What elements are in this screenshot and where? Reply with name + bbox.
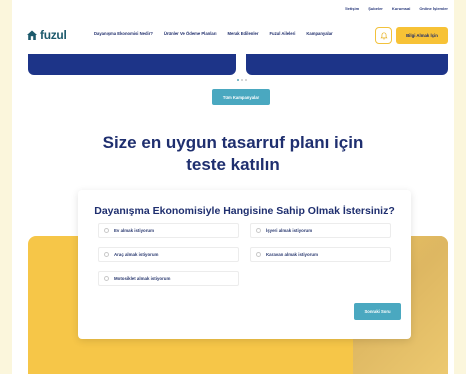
top-utility-bar: İletişim Şubeler Kurumsal Online İşlemle…	[12, 0, 454, 16]
radio-icon[interactable]	[256, 252, 261, 257]
option-label: Araç almak istiyorum	[114, 252, 159, 257]
logo-text: fuzul	[40, 28, 67, 42]
option-label: Ev almak istiyorum	[114, 228, 155, 233]
topbar-link-corporate[interactable]: Kurumsal	[392, 6, 410, 11]
carousel-dot[interactable]	[245, 79, 247, 81]
campaign-card-1[interactable]	[28, 54, 236, 75]
radio-icon[interactable]	[104, 276, 109, 281]
bell-icon	[379, 31, 388, 40]
topbar-link-branches[interactable]: Şubeler	[368, 6, 383, 11]
quiz-option-motorcycle[interactable]: Motosiklet almak istiyorum	[98, 271, 239, 286]
option-label: Karavan almak istiyorum	[266, 252, 318, 257]
quiz-option-car[interactable]: Araç almak istiyorum	[98, 247, 239, 262]
headline-line-1: Size en uygun tasarruf planı için	[102, 133, 364, 152]
nav-item-faq[interactable]: Merak Edilenler	[228, 31, 259, 36]
section-headline: Size en uygun tasarruf planı için teste …	[12, 132, 454, 176]
quiz-card: Dayanışma Ekonomisiyle Hangisine Sahip O…	[78, 190, 411, 339]
notification-button[interactable]	[375, 27, 392, 44]
campaign-card-2[interactable]	[246, 54, 448, 75]
headline-line-2: teste katılın	[186, 155, 280, 174]
option-label: İşyeri almak istiyorum	[266, 228, 313, 233]
quiz-option-workplace[interactable]: İşyeri almak istiyorum	[250, 223, 391, 238]
nav-item-families[interactable]: Fuzul Aileleri	[269, 31, 295, 36]
topbar-link-online[interactable]: Online İşlemler	[419, 6, 448, 11]
quiz-option-caravan[interactable]: Karavan almak istiyorum	[250, 247, 391, 262]
quiz-title: Dayanışma Ekonomisiyle Hangisine Sahip O…	[94, 205, 395, 217]
main-header: fuzul Dayanışma Ekonomisi Nedir? Ürünler…	[12, 20, 454, 52]
nav-item-campaigns[interactable]: Kampanyalar	[306, 31, 332, 36]
quiz-option-home[interactable]: Ev almak istiyorum	[98, 223, 239, 238]
all-campaigns-button[interactable]: Tüm Kampanyalar	[212, 89, 270, 105]
nav-item-solidarity-economy[interactable]: Dayanışma Ekonomisi Nedir?	[94, 31, 153, 36]
radio-icon[interactable]	[256, 228, 261, 233]
house-logo-icon	[27, 30, 37, 40]
radio-icon[interactable]	[104, 252, 109, 257]
info-request-button[interactable]: Bilgi Almak İçin	[396, 27, 448, 44]
topbar-link-contact[interactable]: İletişim	[345, 6, 359, 11]
nav-item-products[interactable]: Ürünler Ve Ödeme Planları	[164, 31, 217, 36]
radio-icon[interactable]	[104, 228, 109, 233]
option-label: Motosiklet almak istiyorum	[114, 276, 171, 281]
carousel-dots	[237, 79, 247, 81]
carousel-dot[interactable]	[241, 79, 243, 81]
page-frame: İletişim Şubeler Kurumsal Online İşlemle…	[12, 0, 454, 374]
carousel-dot-active[interactable]	[237, 79, 239, 81]
main-nav: Dayanışma Ekonomisi Nedir? Ürünler Ve Öd…	[94, 31, 333, 36]
logo[interactable]: fuzul	[26, 28, 67, 42]
next-question-button[interactable]: Sonraki Soru	[354, 303, 401, 320]
